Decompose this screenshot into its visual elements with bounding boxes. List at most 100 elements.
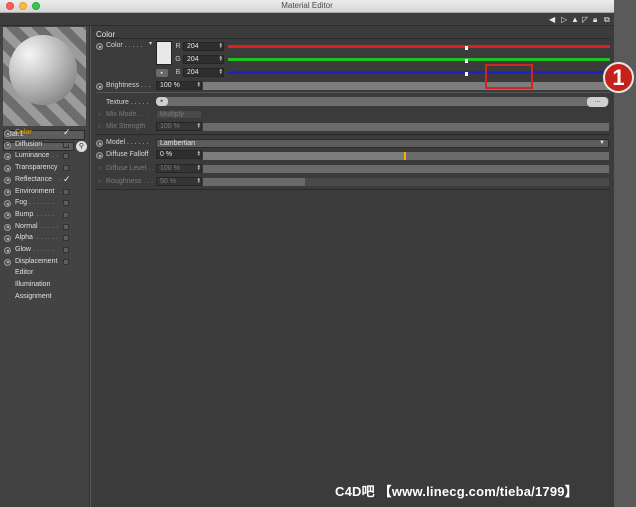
model-animate-radio[interactable] [96, 140, 103, 147]
divider [96, 189, 610, 190]
diffuse-falloff-animate-radio[interactable] [96, 152, 103, 159]
diffuse-level-slider[interactable] [203, 165, 609, 173]
channel-animate-radio[interactable] [4, 247, 11, 254]
pointer-icon[interactable]: ◸ [582, 15, 588, 24]
channel-item-fog[interactable]: Fog . . . . . . . [4, 198, 88, 209]
channel-animate-radio[interactable] [4, 141, 11, 149]
r-slider[interactable] [228, 45, 610, 50]
channel-animate-radio[interactable] [4, 223, 11, 231]
roughness-label: Roughness . . . [106, 178, 154, 185]
new-window-icon[interactable]: ⧉ [604, 15, 610, 24]
channel-item-alpha[interactable]: Alpha . . . . . . [4, 233, 88, 244]
channel-animate-radio[interactable] [4, 235, 11, 243]
channel-item-color[interactable]: Color . . . . . . ✓ [4, 127, 88, 139]
channel-label: Color [15, 129, 32, 136]
channel-checkbox[interactable] [63, 141, 69, 148]
b-value-field[interactable]: 204 ▴ ▾ [183, 68, 224, 77]
texture-field[interactable] [156, 97, 609, 106]
model-select[interactable]: Lambertian ▼ [156, 139, 609, 148]
channel-item-transparency[interactable]: Transparency [4, 163, 88, 174]
channel-leader-dots: . . . . . . [32, 246, 54, 253]
brightness-slider[interactable] [203, 82, 609, 90]
mix-mode-label: Mix Mode . . . [106, 111, 149, 118]
channel-leader-dots: . . . . . . [32, 210, 54, 218]
channel-animate-radio[interactable] [4, 200, 11, 208]
color-animate-radio[interactable] [96, 43, 103, 50]
diffuse-level-field[interactable]: 100 % ▴ ▾ [156, 164, 202, 173]
texture-browse-button[interactable]: ... [587, 97, 608, 107]
channel-item-bump[interactable]: Bump . . . . . . [4, 210, 88, 221]
chevron-down-icon: ▼ [599, 140, 605, 146]
lock-icon[interactable]: 🔒︎ [593, 15, 597, 24]
channel-checkbox[interactable] [63, 258, 69, 265]
channel-animate-radio[interactable] [4, 258, 11, 266]
material-preview[interactable] [3, 27, 86, 126]
channel-checkbox[interactable] [63, 235, 69, 242]
g-value-field[interactable]: 204 ▴ ▾ [183, 55, 224, 64]
link-assignment[interactable]: Assignment [15, 293, 52, 300]
channel-item-environment[interactable]: Environment . [4, 187, 88, 198]
check-icon[interactable]: ✓ [63, 174, 71, 185]
channel-checkbox[interactable] [63, 153, 69, 160]
diffuse-level-label: Diffuse Level . . [106, 165, 155, 172]
roughness-slider[interactable] [203, 178, 609, 186]
g-slider[interactable] [228, 58, 610, 63]
color-menu-icon[interactable]: ▾ [149, 40, 152, 47]
check-icon[interactable]: ✓ [63, 127, 71, 138]
channel-checkbox[interactable] [63, 223, 69, 230]
channel-item-glow[interactable]: Glow . . . . . . [4, 245, 88, 256]
channel-animate-radio[interactable] [4, 153, 11, 161]
brightness-field[interactable]: 100 % ▴ ▾ [156, 81, 202, 90]
watermark-text: C4D吧 【www.linecg.com/tieba/1799】 [335, 484, 578, 499]
model-label: Model . . . . . . [106, 139, 149, 146]
channel-animate-radio[interactable] [4, 130, 11, 137]
link-editor[interactable]: Editor [15, 269, 33, 276]
mix-strength-slider-fill [203, 123, 609, 131]
channel-item-reflectance[interactable]: Reflectance . ✓ [4, 174, 88, 186]
back-arrow-icon[interactable]: ◀ [549, 15, 555, 24]
channel-item-normal[interactable]: Normal . . . . . [4, 222, 88, 233]
channel-checkbox[interactable] [63, 188, 69, 195]
channel-animate-radio[interactable] [4, 188, 11, 196]
channel-animate-radio[interactable] [4, 165, 11, 173]
roughness-slider-fill [203, 178, 305, 186]
brightness-label: Brightness . . . [106, 82, 151, 89]
link-illumination[interactable]: Illumination [15, 281, 50, 288]
texture-menu-button[interactable]: ▸ [156, 97, 168, 106]
b-channel-label: B [175, 69, 181, 76]
mix-mode-select[interactable]: Multiply [156, 110, 202, 119]
color-label: Color . . . . . [106, 42, 143, 49]
roughness-field[interactable]: 50 % ▴ ▾ [156, 177, 202, 186]
up-arrow-icon[interactable]: ▲ [571, 15, 579, 24]
b-slider-knob[interactable] [465, 72, 468, 76]
channel-item-diffusion[interactable]: Diffusion . . [4, 140, 88, 151]
attributes-panel: Color Color . . . . . ▾ R 204 ▴ ▾ G 204 ▴ ▾ … [91, 26, 614, 507]
channel-animate-radio[interactable] [4, 176, 11, 184]
channel-checkbox[interactable] [63, 165, 69, 172]
diffuse-falloff-label: Diffuse Falloff [106, 151, 149, 158]
diffuse-level-slider-fill [203, 165, 609, 173]
r-slider-knob[interactable] [465, 46, 468, 50]
mix-strength-field[interactable]: 100 % ▴ ▾ [156, 122, 202, 131]
brightness-animate-radio[interactable] [96, 83, 103, 90]
channel-checkbox[interactable] [63, 247, 69, 253]
diffuse-falloff-field[interactable]: 0 % ▴ ▾ [156, 150, 202, 159]
channel-item-luminance[interactable]: Luminance . . [4, 151, 88, 162]
divider [96, 38, 610, 39]
link-icon: ⌕ [98, 112, 102, 118]
mix-strength-slider[interactable] [203, 123, 609, 131]
channel-leader-dots: . . . . . [40, 222, 58, 230]
diffuse-falloff-slider[interactable] [203, 152, 609, 160]
g-slider-knob[interactable] [465, 59, 468, 63]
color-swatch[interactable] [156, 41, 172, 65]
channel-checkbox[interactable] [63, 200, 69, 207]
r-value-field[interactable]: 204 ▴ ▾ [183, 42, 224, 51]
b-slider[interactable] [228, 71, 610, 76]
color-mode-button[interactable]: ▸ [156, 69, 168, 77]
forward-arrow-icon[interactable]: ▷ [561, 15, 567, 24]
channel-checkbox[interactable] [63, 211, 69, 218]
channel-label: Bump [15, 210, 34, 218]
channel-label: Luminance [15, 152, 50, 160]
channel-animate-radio[interactable] [4, 211, 11, 219]
channel-item-displacement[interactable]: Displacement [4, 257, 88, 268]
